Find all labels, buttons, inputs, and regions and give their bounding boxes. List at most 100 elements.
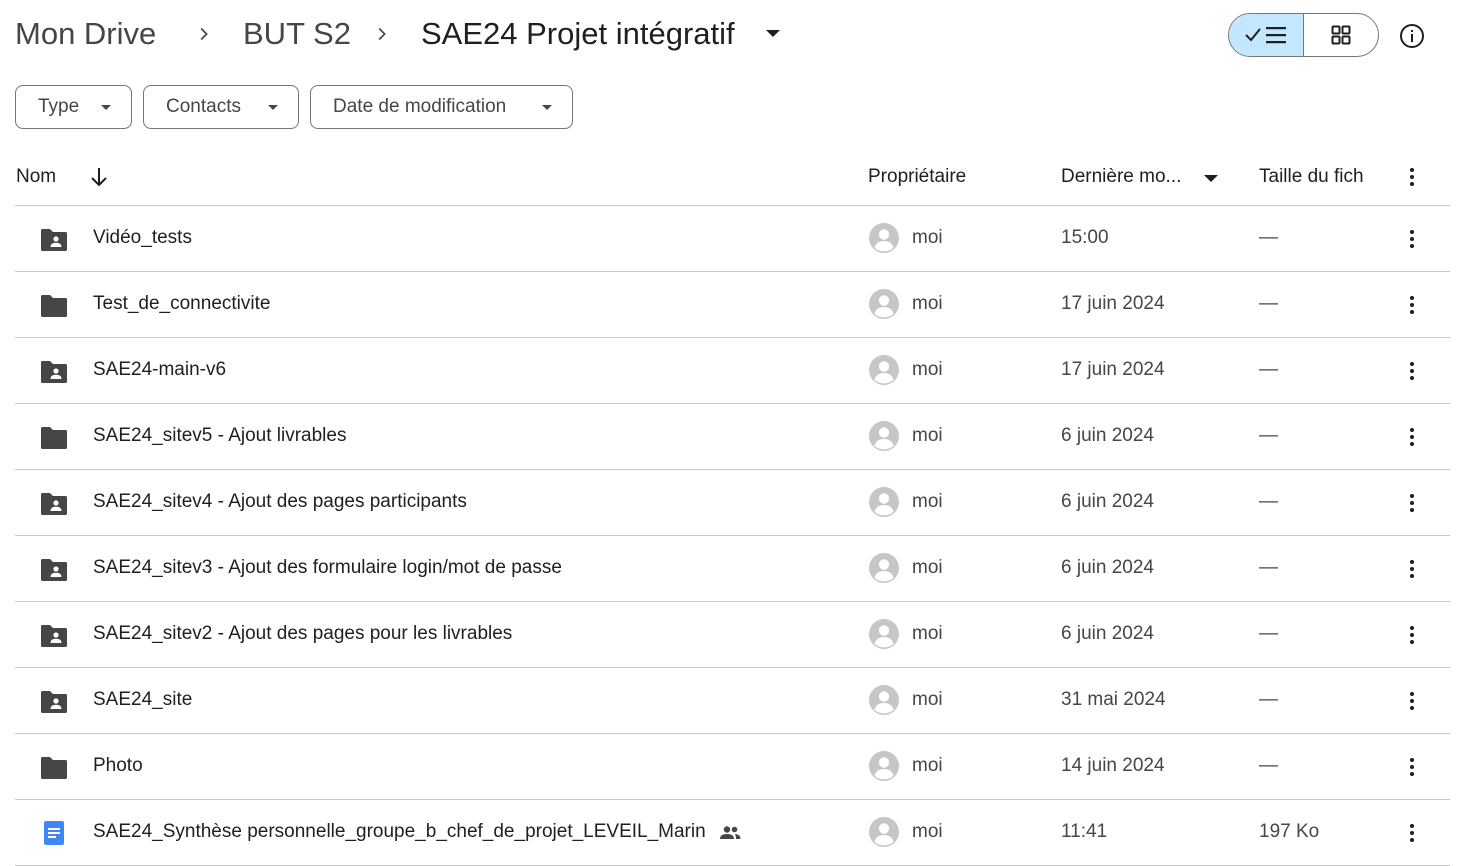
folder-icon xyxy=(41,295,67,317)
more-vert-icon xyxy=(1410,824,1414,842)
dropdown-caret-icon xyxy=(101,105,111,110)
row-more-actions-button[interactable] xyxy=(1400,821,1424,845)
file-name[interactable]: Vidéo_tests xyxy=(93,227,192,249)
filter-type-chip[interactable]: Type xyxy=(15,85,132,129)
filter-type-label: Type xyxy=(38,96,80,117)
filter-date-chip[interactable]: Date de modification xyxy=(310,85,573,129)
table-row[interactable]: SAE24-main-v6 moi 17 juin 2024 — xyxy=(15,338,1450,404)
folder-menu-caret-icon[interactable] xyxy=(766,30,780,37)
list-view-button[interactable] xyxy=(1229,14,1304,56)
file-list: Vidéo_tests moi 15:00— Test_de_connectivite… xyxy=(15,206,1450,866)
more-vert-icon xyxy=(1410,560,1414,578)
column-owner-header[interactable]: Propriétaire xyxy=(868,166,966,188)
shared-folder-icon xyxy=(41,625,67,647)
grid-view-button[interactable] xyxy=(1304,14,1378,56)
file-name[interactable]: SAE24_sitev5 - Ajout livrables xyxy=(93,425,346,447)
row-more-actions-button[interactable] xyxy=(1400,755,1424,779)
avatar-icon xyxy=(869,619,899,649)
modified-date: 6 juin 2024 xyxy=(1061,623,1154,644)
grid-view-icon xyxy=(1331,25,1351,45)
column-modified-header[interactable]: Dernière mo... xyxy=(1061,166,1181,188)
file-name[interactable]: SAE24_Synthèse personnelle_groupe_b_chef… xyxy=(93,821,706,843)
file-name[interactable]: SAE24_sitev2 - Ajout des pages pour les … xyxy=(93,623,512,645)
owner-name: moi xyxy=(912,293,943,314)
avatar-icon xyxy=(869,223,899,253)
avatar-icon xyxy=(869,289,899,319)
column-name-header[interactable]: Nom xyxy=(16,166,56,188)
chevron-right-icon xyxy=(200,27,208,41)
google-docs-icon xyxy=(44,821,64,845)
file-name[interactable]: SAE24-main-v6 xyxy=(93,359,226,381)
owner-name: moi xyxy=(912,755,943,776)
modified-date: 17 juin 2024 xyxy=(1061,293,1165,314)
table-header: Nom Propriétaire Dernière mo... Taille d… xyxy=(15,150,1450,206)
row-more-actions-button[interactable] xyxy=(1400,425,1424,449)
more-vert-icon xyxy=(1410,494,1414,512)
sort-arrow-down-icon[interactable] xyxy=(89,166,109,188)
file-size: — xyxy=(1259,557,1278,578)
row-more-actions-button[interactable] xyxy=(1400,689,1424,713)
modified-date: 14 juin 2024 xyxy=(1061,755,1165,776)
row-more-actions-button[interactable] xyxy=(1400,623,1424,647)
row-more-actions-button[interactable] xyxy=(1400,557,1424,581)
file-name[interactable]: SAE24_sitev4 - Ajout des pages participa… xyxy=(93,491,467,513)
filter-date-label: Date de modification xyxy=(333,96,507,117)
more-vert-icon xyxy=(1410,296,1414,314)
filter-contacts-label: Contacts xyxy=(166,96,241,117)
table-row[interactable]: Vidéo_tests moi 15:00 — xyxy=(15,206,1450,272)
row-more-actions-button[interactable] xyxy=(1400,359,1424,383)
file-name[interactable]: Photo xyxy=(93,755,143,777)
table-row[interactable]: Photo moi 14 juin 2024 — xyxy=(15,734,1450,800)
list-view-icon xyxy=(1245,27,1286,44)
details-button[interactable] xyxy=(1396,20,1428,52)
shared-people-icon xyxy=(720,826,741,839)
modified-date: 11:41 xyxy=(1061,821,1108,842)
breadcrumb-bar: Mon Drive BUT S2 SAE24 Projet intégratif xyxy=(0,0,1461,70)
modified-date: 17 juin 2024 xyxy=(1061,359,1165,380)
breadcrumb-current-folder[interactable]: SAE24 Projet intégratif xyxy=(421,14,735,54)
owner-name: moi xyxy=(912,623,943,644)
owner-name: moi xyxy=(912,491,943,512)
column-size-header[interactable]: Taille du fich xyxy=(1259,166,1364,188)
breadcrumb-mon-drive[interactable]: Mon Drive xyxy=(15,14,156,54)
info-icon xyxy=(1400,24,1424,48)
file-size: 197 Ko xyxy=(1259,821,1320,842)
row-more-actions-button[interactable] xyxy=(1400,491,1424,515)
shared-folder-icon xyxy=(41,559,67,581)
avatar-icon xyxy=(869,817,899,847)
dropdown-caret-icon xyxy=(268,105,278,110)
file-name[interactable]: SAE24_site xyxy=(93,689,192,711)
chevron-right-icon xyxy=(378,27,386,41)
more-vert-icon xyxy=(1410,692,1414,710)
owner-name: moi xyxy=(912,227,943,248)
avatar-icon xyxy=(869,751,899,781)
more-vert-icon xyxy=(1410,230,1414,248)
file-name[interactable]: Test_de_connectivite xyxy=(93,293,270,315)
more-vert-icon xyxy=(1410,428,1414,446)
table-row[interactable]: SAE24_Synthèse personnelle_groupe_b_chef… xyxy=(15,800,1450,866)
row-more-actions-button[interactable] xyxy=(1400,227,1424,251)
table-row[interactable]: SAE24_sitev2 - Ajout des pages pour les … xyxy=(15,602,1450,668)
more-vert-icon xyxy=(1410,626,1414,644)
table-row[interactable]: Test_de_connectivite moi 17 juin 2024 — xyxy=(15,272,1450,338)
avatar-icon xyxy=(869,685,899,715)
folder-icon xyxy=(41,757,67,779)
file-size: — xyxy=(1259,623,1278,644)
row-more-actions-button[interactable] xyxy=(1400,293,1424,317)
owner-name: moi xyxy=(912,557,943,578)
table-row[interactable]: SAE24_sitev3 - Ajout des formulaire logi… xyxy=(15,536,1450,602)
more-vert-icon xyxy=(1410,758,1414,776)
more-vert-icon xyxy=(1410,168,1414,186)
avatar-icon xyxy=(869,487,899,517)
file-name[interactable]: SAE24_sitev3 - Ajout des formulaire logi… xyxy=(93,557,562,579)
shared-folder-icon xyxy=(41,691,67,713)
table-row[interactable]: SAE24_site moi 31 mai 2024 — xyxy=(15,668,1450,734)
folder-icon xyxy=(41,427,67,449)
breadcrumb-but-s2[interactable]: BUT S2 xyxy=(243,14,351,54)
column-options-button[interactable] xyxy=(1400,165,1424,189)
table-row[interactable]: SAE24_sitev4 - Ajout des pages participa… xyxy=(15,470,1450,536)
table-row[interactable]: SAE24_sitev5 - Ajout livrables moi 6 juin … xyxy=(15,404,1450,470)
file-size: — xyxy=(1259,491,1278,512)
column-modified-caret-icon[interactable] xyxy=(1204,175,1218,182)
filter-contacts-chip[interactable]: Contacts xyxy=(143,85,299,129)
